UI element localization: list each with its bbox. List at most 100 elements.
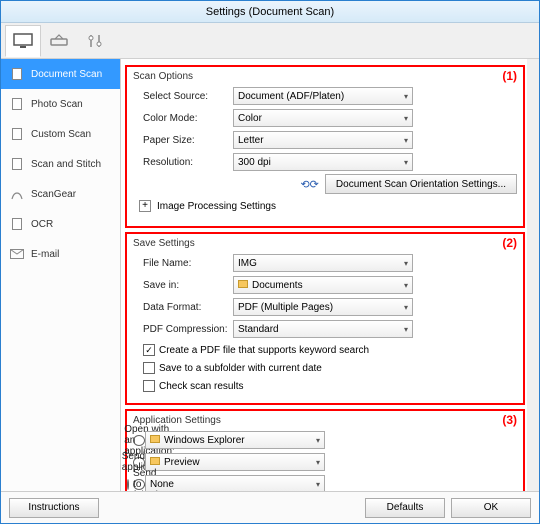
application-settings-legend: Application Settings — [133, 415, 517, 426]
data-format-dropdown[interactable]: PDF (Multiple Pages) ▾ — [233, 298, 413, 316]
main-panel: (1) Scan Options Select Source: Document… — [121, 59, 539, 491]
resolution-label: Resolution: — [133, 157, 233, 168]
file-name-value: IMG — [238, 258, 257, 269]
main-tabs — [1, 23, 539, 59]
send-to-app-dropdown[interactable]: Preview ▾ — [145, 453, 325, 471]
chevron-down-icon: ▾ — [404, 259, 408, 268]
resolution-value: 300 dpi — [238, 157, 271, 168]
save-in-dropdown[interactable]: Documents ▾ — [233, 276, 413, 294]
sidebar-item-scan-and-stitch[interactable]: Scan and Stitch — [1, 149, 120, 179]
data-format-value: PDF (Multiple Pages) — [238, 302, 333, 313]
sidebar: Document Scan Photo Scan Custom Scan Sca… — [1, 59, 121, 491]
resolution-dropdown[interactable]: 300 dpi ▾ — [233, 153, 413, 171]
document-icon — [9, 66, 25, 82]
sidebar-item-label: ScanGear — [31, 189, 76, 200]
save-subfolder-label: Save to a subfolder with current date — [159, 363, 322, 374]
sidebar-item-label: E-mail — [31, 249, 59, 260]
save-in-value: Documents — [252, 280, 303, 291]
sidebar-item-ocr[interactable]: OCR — [1, 209, 120, 239]
instructions-button[interactable]: Instructions — [9, 498, 99, 518]
chevron-down-icon: ▾ — [404, 325, 408, 334]
sidebar-item-label: OCR — [31, 219, 53, 230]
pdf-compression-dropdown[interactable]: Standard ▾ — [233, 320, 413, 338]
pdf-compression-label: PDF Compression: — [133, 324, 233, 335]
chevron-down-icon: ▾ — [404, 158, 408, 167]
orientation-settings-button[interactable]: Document Scan Orientation Settings... — [325, 174, 517, 194]
paper-size-value: Letter — [238, 135, 264, 146]
save-settings-group: (2) Save Settings File Name: IMG ▾ Save … — [125, 232, 525, 405]
save-in-label: Save in: — [133, 280, 233, 291]
image-processing-settings-label: Image Processing Settings — [157, 201, 276, 212]
expand-image-processing-button[interactable]: + — [139, 200, 151, 212]
application-settings-group: (3) Application Settings Open with an ap… — [125, 409, 525, 491]
tab-scan-from-panel[interactable] — [41, 25, 77, 57]
create-pdf-keyword-label: Create a PDF file that supports keyword … — [159, 345, 369, 356]
data-format-label: Data Format: — [133, 302, 233, 313]
chevron-down-icon: ▾ — [316, 436, 320, 445]
photo-icon — [9, 96, 25, 112]
folder-icon — [150, 457, 160, 468]
send-to-app-value: Preview — [164, 457, 200, 468]
file-name-dropdown[interactable]: IMG ▾ — [233, 254, 413, 272]
save-settings-legend: Save Settings — [133, 238, 517, 249]
attach-email-label: Attach to e-mail: — [133, 490, 161, 492]
sidebar-item-email[interactable]: E-mail — [1, 239, 120, 269]
settings-window: Settings (Document Scan) Document Scan P… — [0, 0, 540, 524]
titlebar: Settings (Document Scan) — [1, 1, 539, 23]
chevron-down-icon: ▾ — [316, 480, 320, 489]
sliders-icon — [85, 33, 105, 49]
color-mode-value: Color — [238, 113, 262, 124]
stitch-icon — [9, 156, 25, 172]
chevron-down-icon: ▾ — [404, 303, 408, 312]
scan-options-group: (1) Scan Options Select Source: Document… — [125, 65, 525, 228]
folder-icon — [150, 435, 160, 446]
rotate-arrows-icon[interactable]: ⟲⟳ — [300, 178, 318, 191]
check-scan-results-label: Check scan results — [159, 381, 243, 392]
send-to-folder-value: None — [150, 479, 174, 490]
sidebar-item-label: Document Scan — [31, 69, 102, 80]
sidebar-item-label: Scan and Stitch — [31, 159, 101, 170]
paper-size-label: Paper Size: — [133, 135, 233, 146]
group-number-3: (3) — [502, 413, 517, 427]
email-icon — [9, 246, 25, 262]
defaults-button[interactable]: Defaults — [365, 498, 445, 518]
group-number-2: (2) — [502, 236, 517, 250]
sidebar-item-label: Custom Scan — [31, 129, 91, 140]
send-to-folder-dropdown[interactable]: None ▾ — [145, 475, 325, 491]
sidebar-item-photo-scan[interactable]: Photo Scan — [1, 89, 120, 119]
vertical-scrollbar[interactable] — [527, 59, 539, 491]
scan-options-legend: Scan Options — [133, 71, 517, 82]
sidebar-item-document-scan[interactable]: Document Scan — [1, 59, 120, 89]
chevron-down-icon: ▾ — [404, 114, 408, 123]
paper-size-dropdown[interactable]: Letter ▾ — [233, 131, 413, 149]
sidebar-item-scangear[interactable]: ScanGear — [1, 179, 120, 209]
file-name-label: File Name: — [133, 258, 233, 269]
chevron-down-icon: ▾ — [404, 136, 408, 145]
select-source-dropdown[interactable]: Document (ADF/Platen) ▾ — [233, 87, 413, 105]
save-subfolder-checkbox[interactable] — [143, 362, 155, 374]
group-number-1: (1) — [502, 69, 517, 83]
scanner-icon — [49, 33, 69, 49]
check-scan-results-checkbox[interactable] — [143, 380, 155, 392]
open-with-app-value: Windows Explorer — [164, 435, 245, 446]
pdf-compression-value: Standard — [238, 324, 279, 335]
send-to-folder-radio[interactable] — [127, 479, 129, 490]
chevron-down-icon: ▾ — [404, 92, 408, 101]
color-mode-dropdown[interactable]: Color ▾ — [233, 109, 413, 127]
chevron-down-icon: ▾ — [316, 458, 320, 467]
ocr-icon — [9, 216, 25, 232]
ok-button[interactable]: OK — [451, 498, 531, 518]
sidebar-item-custom-scan[interactable]: Custom Scan — [1, 119, 120, 149]
select-source-value: Document (ADF/Platen) — [238, 91, 344, 102]
create-pdf-keyword-checkbox[interactable]: ✓ — [143, 344, 155, 356]
color-mode-label: Color Mode: — [133, 113, 233, 124]
folder-icon — [238, 280, 248, 291]
scangear-icon — [9, 186, 25, 202]
custom-icon — [9, 126, 25, 142]
tab-scan-from-computer[interactable] — [5, 25, 41, 57]
tab-general-settings[interactable] — [77, 25, 113, 57]
sidebar-item-label: Photo Scan — [31, 99, 83, 110]
open-with-app-dropdown[interactable]: Windows Explorer ▾ — [145, 431, 325, 449]
select-source-label: Select Source: — [133, 91, 233, 102]
monitor-icon — [13, 33, 33, 49]
